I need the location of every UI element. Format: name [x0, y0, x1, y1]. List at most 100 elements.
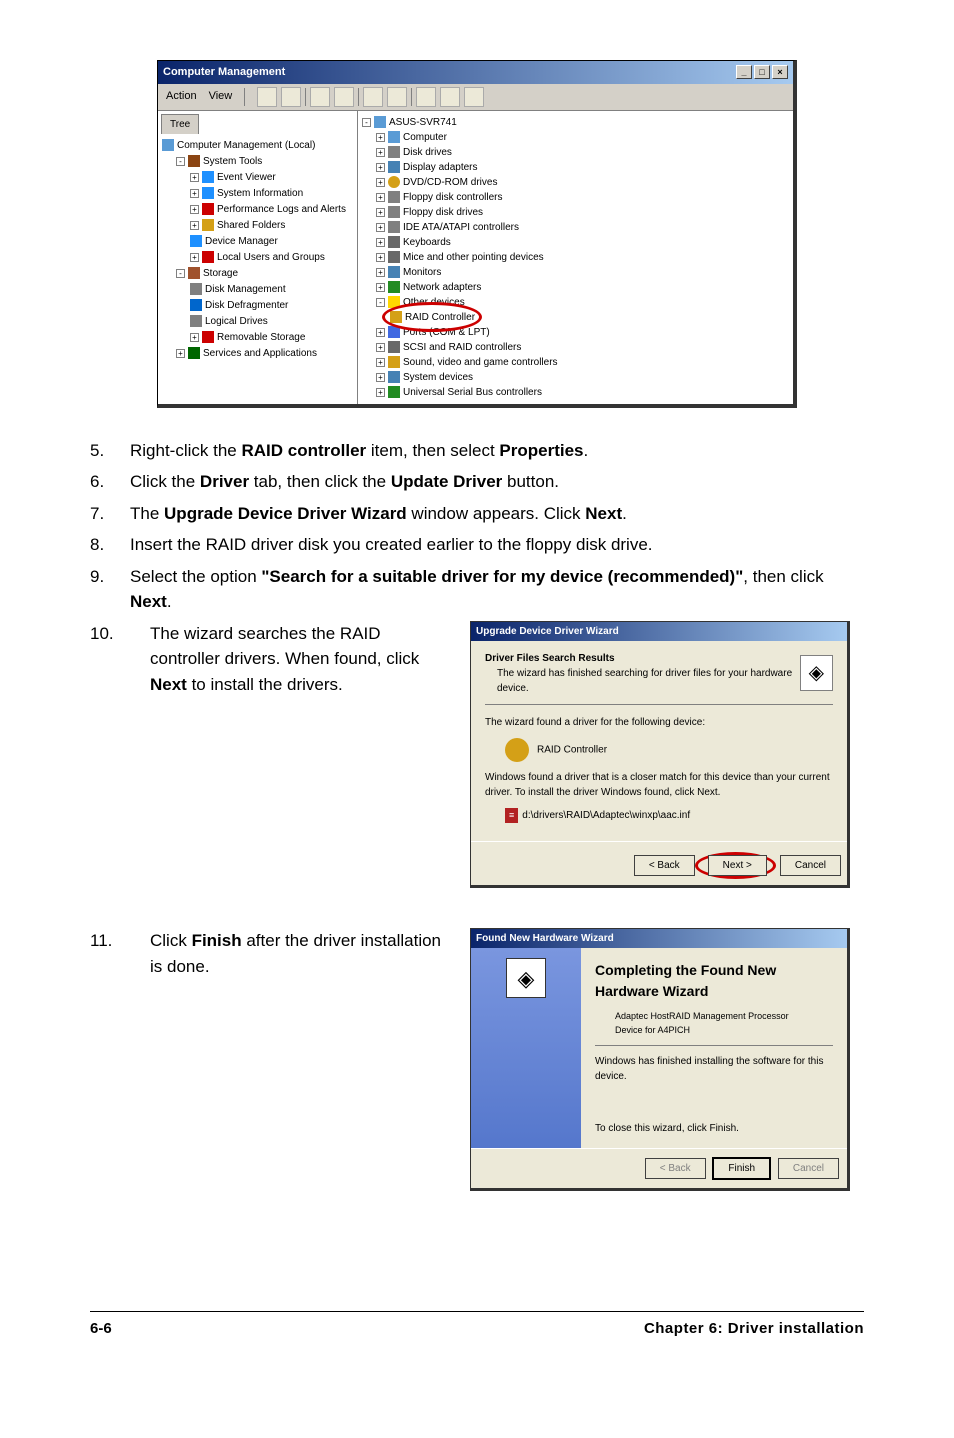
dvd-icon	[388, 176, 400, 188]
dev-computer[interactable]: +Computer	[362, 130, 789, 145]
tree-logical[interactable]: Logical Drives	[162, 314, 353, 330]
dev-mouse[interactable]: +Mice and other pointing devices	[362, 250, 789, 265]
refresh-icon[interactable]	[363, 87, 383, 107]
perf-icon	[202, 203, 214, 215]
step-6: 6. Click the Driver tab, then click the …	[90, 469, 864, 495]
keyboard-icon	[388, 236, 400, 248]
tree-shared[interactable]: +Shared Folders	[162, 218, 353, 234]
up-icon[interactable]	[310, 87, 330, 107]
tb-icon-1[interactable]	[416, 87, 436, 107]
tree-perf[interactable]: +Performance Logs and Alerts	[162, 202, 353, 218]
scsi-icon	[388, 341, 400, 353]
usb-icon	[388, 386, 400, 398]
sysdev-icon	[388, 371, 400, 383]
minimize-button[interactable]: _	[736, 65, 752, 79]
hw-close-text: To close this wizard, click Finish.	[595, 1121, 833, 1136]
step-9: 9. Select the option "Search for a suita…	[90, 564, 864, 615]
wizard-path-row: ≡d:\drivers\RAID\Adaptec\winxp\aac.inf	[485, 800, 833, 832]
tree-list: Computer Management (Local) -System Tool…	[158, 134, 357, 366]
wizard-notice: Windows found a driver that is a closer …	[485, 770, 833, 800]
finish-button[interactable]: Finish	[712, 1157, 771, 1180]
device-pane: -ASUS-SVR741 +Computer +Disk drives +Dis…	[358, 111, 793, 404]
hw-device-line1: Adaptec HostRAID Management Processor	[595, 1010, 833, 1024]
tree-defrag[interactable]: Disk Defragmenter	[162, 298, 353, 314]
tree-remov[interactable]: +Removable Storage	[162, 330, 353, 346]
defrag-icon	[190, 299, 202, 311]
diskm-icon	[190, 283, 202, 295]
dev-floppydrv[interactable]: +Floppy disk drives	[362, 205, 789, 220]
computer-icon	[162, 139, 174, 151]
shared-icon	[202, 219, 214, 231]
menu-view[interactable]: View	[209, 88, 233, 105]
tree-services[interactable]: +Services and Applications	[162, 346, 353, 362]
dev-sound[interactable]: +Sound, video and game controllers	[362, 355, 789, 370]
device-icon	[190, 235, 202, 247]
step-text: Select the option "Search for a suitable…	[130, 564, 864, 615]
forward-icon[interactable]	[281, 87, 301, 107]
dev-scsi[interactable]: +SCSI and RAID controllers	[362, 340, 789, 355]
step-text: The Upgrade Device Driver Wizard window …	[130, 501, 864, 527]
hardware-icon: ◈	[506, 958, 546, 998]
step-num: 8.	[90, 532, 130, 558]
computer-management-window: Computer Management _ □ × Action View Tr…	[157, 60, 797, 408]
step-10: 10. The wizard searches the RAID control…	[90, 621, 864, 889]
maximize-button[interactable]: □	[754, 65, 770, 79]
step-text: Right-click the RAID controller item, th…	[130, 438, 864, 464]
users-icon	[202, 251, 214, 263]
tree-tab[interactable]: Tree	[161, 114, 199, 134]
step-text: Click Finish after the driver installati…	[150, 928, 450, 979]
dev-floppyctl[interactable]: +Floppy disk controllers	[362, 190, 789, 205]
dev-kb[interactable]: +Keyboards	[362, 235, 789, 250]
hw-wizard-screenshot: Found New Hardware Wizard ◈ Completing t…	[470, 928, 864, 1191]
tree-systools[interactable]: -System Tools	[162, 154, 353, 170]
network-icon	[388, 281, 400, 293]
tree-root[interactable]: Computer Management (Local)	[162, 138, 353, 154]
step-num: 6.	[90, 469, 130, 495]
page-footer: 6-6 Chapter 6: Driver installation	[90, 1311, 864, 1341]
tree-event[interactable]: +Event Viewer	[162, 170, 353, 186]
step-5: 5. Right-click the RAID controller item,…	[90, 438, 864, 464]
tree-storage[interactable]: -Storage	[162, 266, 353, 282]
back-button[interactable]: < Back	[634, 855, 695, 876]
hw-message: Windows has finished installing the soft…	[595, 1054, 833, 1084]
tree-sysinfo[interactable]: +System Information	[162, 186, 353, 202]
upgrade-wizard-window: Upgrade Device Driver Wizard Driver File…	[470, 621, 850, 889]
wizard-device: RAID Controller	[485, 730, 833, 770]
step-text: Click the Driver tab, then click the Upd…	[130, 469, 864, 495]
tree-diskm[interactable]: Disk Management	[162, 282, 353, 298]
step-11: 11. Click Finish after the driver instal…	[90, 928, 864, 1191]
menu-action[interactable]: Action	[166, 88, 197, 105]
device-icon	[505, 738, 529, 762]
next-button[interactable]: Next >	[708, 855, 767, 876]
back-icon[interactable]	[257, 87, 277, 107]
dev-usb[interactable]: +Universal Serial Bus controllers	[362, 385, 789, 400]
close-button[interactable]: ×	[772, 65, 788, 79]
dev-ide[interactable]: +IDE ATA/ATAPI controllers	[362, 220, 789, 235]
remov-icon	[202, 331, 214, 343]
export-icon[interactable]	[387, 87, 407, 107]
step-num: 10.	[90, 621, 130, 647]
tb-icon-3[interactable]	[464, 87, 484, 107]
tree-devmgr[interactable]: Device Manager	[162, 234, 353, 250]
wizard-header: Driver Files Search Results The wizard h…	[485, 651, 833, 705]
dev-monitors[interactable]: +Monitors	[362, 265, 789, 280]
hw-buttons: < Back Finish Cancel	[471, 1148, 847, 1188]
tb-icon-2[interactable]	[440, 87, 460, 107]
props-icon[interactable]	[334, 87, 354, 107]
dev-display[interactable]: +Display adapters	[362, 160, 789, 175]
dev-disks[interactable]: +Disk drives	[362, 145, 789, 160]
computer-icon	[388, 131, 400, 143]
tools-icon	[188, 155, 200, 167]
tree-users[interactable]: +Local Users and Groups	[162, 250, 353, 266]
back-button: < Back	[645, 1158, 706, 1179]
dev-dvd[interactable]: +DVD/CD-ROM drives	[362, 175, 789, 190]
step-num: 5.	[90, 438, 130, 464]
dev-netad[interactable]: +Network adapters	[362, 280, 789, 295]
dev-sysdev[interactable]: +System devices	[362, 370, 789, 385]
step-7: 7. The Upgrade Device Driver Wizard wind…	[90, 501, 864, 527]
menubar: Action View	[158, 84, 793, 111]
cancel-button[interactable]: Cancel	[780, 855, 841, 876]
dev-host[interactable]: -ASUS-SVR741	[362, 115, 789, 130]
logical-icon	[190, 315, 202, 327]
step-8: 8. Insert the RAID driver disk you creat…	[90, 532, 864, 558]
